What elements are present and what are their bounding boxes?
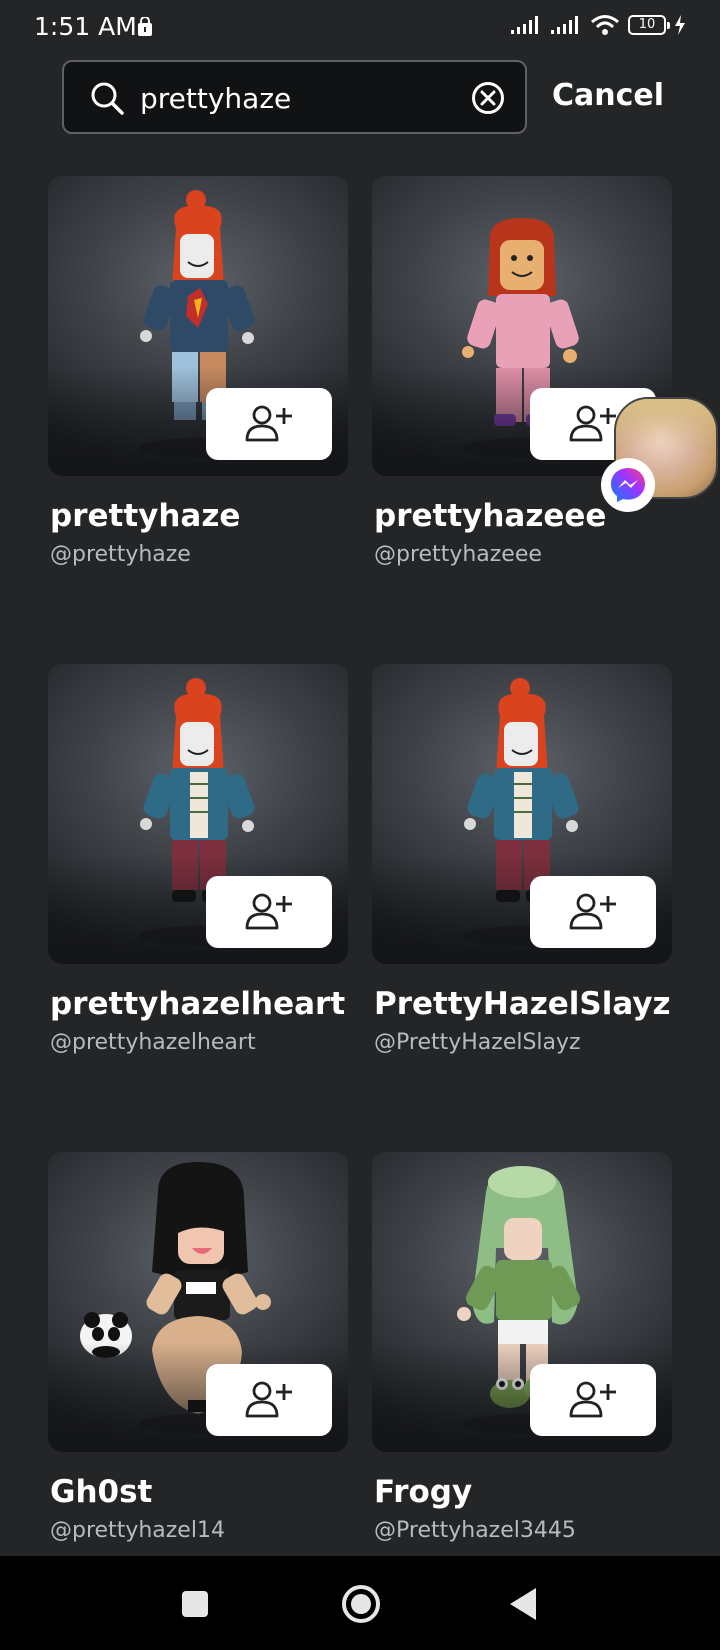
signal-icon	[551, 16, 578, 34]
signal-icon	[511, 16, 538, 34]
user-card[interactable]: prettyhaze @prettyhaze	[48, 176, 348, 567]
add-friend-icon	[245, 893, 292, 930]
avatar-thumbnail[interactable]	[372, 664, 672, 964]
triangle-back-icon[interactable]	[508, 1576, 538, 1632]
avatar-thumbnail[interactable]	[48, 1152, 348, 1452]
add-friend-button[interactable]	[206, 388, 332, 460]
display-name[interactable]: prettyhaze	[50, 498, 240, 534]
display-name[interactable]: Frogy	[374, 1474, 472, 1510]
username: @PrettyHazelSlayz	[374, 1030, 581, 1055]
charging-icon	[675, 15, 685, 35]
user-card[interactable]: PrettyHazelSlayz @PrettyHazelSlayz	[372, 664, 672, 1055]
user-card[interactable]: Gh0st @prettyhazel14	[48, 1152, 348, 1543]
cancel-button[interactable]: Cancel	[552, 78, 664, 113]
username: @prettyhazel14	[50, 1518, 225, 1543]
username: @Prettyhazel3445	[374, 1518, 576, 1543]
user-card[interactable]: prettyhazelheart @prettyhazelheart	[48, 664, 348, 1055]
wifi-icon	[591, 15, 619, 35]
messenger-badge[interactable]	[601, 458, 655, 512]
username: @prettyhaze	[50, 542, 191, 567]
add-friend-icon	[245, 1381, 292, 1418]
lock-icon	[138, 17, 152, 36]
add-friend-icon	[569, 1381, 616, 1418]
battery-level: 10	[628, 15, 670, 35]
avatar-thumbnail[interactable]	[48, 664, 348, 964]
username: @prettyhazelheart	[50, 1030, 256, 1055]
user-card[interactable]: Frogy @Prettyhazel3445	[372, 1152, 672, 1543]
square-icon[interactable]	[181, 1576, 209, 1632]
status-icons: 10	[510, 14, 686, 36]
clear-icon[interactable]	[471, 81, 505, 115]
search-box[interactable]	[62, 60, 527, 134]
display-name[interactable]: PrettyHazelSlayz	[374, 986, 671, 1022]
display-name[interactable]: Gh0st	[50, 1474, 152, 1510]
avatar-thumbnail[interactable]	[372, 1152, 672, 1452]
chat-head-photo	[616, 399, 716, 449]
add-friend-icon	[569, 893, 616, 930]
display-name[interactable]: prettyhazelheart	[50, 986, 345, 1022]
circle-icon[interactable]	[340, 1576, 382, 1632]
search-icon	[91, 82, 124, 115]
add-friend-button[interactable]	[530, 1364, 656, 1436]
add-friend-icon	[245, 405, 292, 442]
avatar-thumbnail[interactable]	[48, 176, 348, 476]
add-friend-icon	[569, 405, 616, 442]
add-friend-button[interactable]	[530, 876, 656, 948]
add-friend-button[interactable]	[206, 876, 332, 948]
username: @prettyhazeee	[374, 542, 542, 567]
messenger-icon	[611, 468, 645, 502]
display-name[interactable]: prettyhazeee	[374, 498, 606, 534]
add-friend-button[interactable]	[206, 1364, 332, 1436]
status-bar: 1:51 AM 10	[0, 0, 720, 56]
system-nav-bar	[0, 1556, 720, 1650]
status-time: 1:51 AM	[34, 12, 137, 41]
search-input[interactable]	[140, 79, 460, 117]
